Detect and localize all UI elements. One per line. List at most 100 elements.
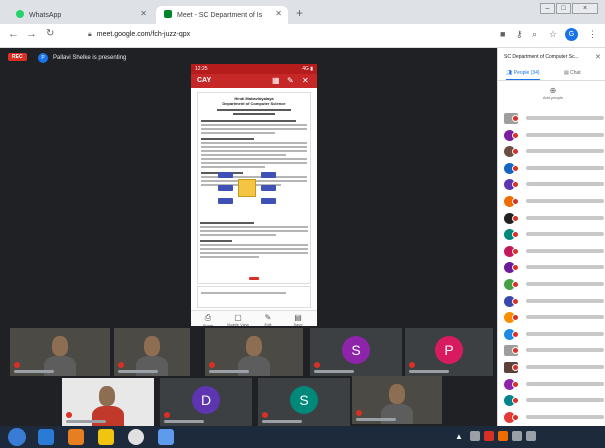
participant-name (526, 398, 604, 403)
mic-off-icon (512, 214, 519, 222)
participant-name (526, 298, 604, 303)
participant-row[interactable] (502, 342, 605, 359)
participant-name (526, 315, 604, 320)
presented-screen: 12:25 4G ▮ CAY ▦ ✎ ✕ Hindi Mahavidyalaya… (191, 64, 317, 332)
key-icon[interactable]: ⚷ (516, 29, 523, 40)
participant-row[interactable] (502, 110, 605, 127)
minimize-button[interactable]: – (540, 3, 555, 14)
screenshot-tool-icon[interactable] (158, 429, 174, 445)
media-player-icon[interactable] (68, 429, 84, 445)
close-tab-icon[interactable]: ✕ (275, 9, 282, 18)
search-icon[interactable]: ⌕ (532, 29, 537, 40)
add-person-icon: ⊕ (549, 86, 557, 95)
people-panel: SC Department of Computer Sc... ✕ 👥︎ Peo… (497, 48, 605, 426)
mic-off-icon (512, 247, 519, 255)
participant-tile[interactable] (352, 376, 442, 424)
close-panel-icon[interactable]: ✕ (595, 53, 601, 61)
mic-off-icon (262, 412, 268, 418)
participant-row[interactable] (502, 226, 605, 243)
document-lines (200, 220, 308, 258)
browser-tab-meet[interactable]: Meet - SC Department of Is ✕ (156, 6, 288, 24)
participant-tile[interactable]: P (405, 328, 493, 376)
mic-off-icon (512, 397, 519, 405)
mic-off-icon (14, 362, 20, 368)
participant-row[interactable] (502, 276, 605, 293)
reload-icon[interactable]: ↻ (46, 28, 54, 39)
forward-icon[interactable]: → (26, 28, 37, 40)
chat-icon: ▤ (564, 70, 569, 76)
address-bar[interactable]: 🔒︎ meet.google.com/fch-juzz-qpx (80, 28, 490, 44)
person-head (52, 336, 68, 356)
volume-icon[interactable] (512, 431, 522, 441)
file-explorer-icon[interactable] (98, 429, 114, 445)
close-window-button[interactable]: × (572, 3, 598, 14)
participant-name (526, 265, 604, 270)
participant-name (526, 414, 604, 419)
participant-name (526, 165, 604, 170)
person-body (44, 356, 76, 376)
participant-row[interactable] (502, 309, 605, 326)
participant-row[interactable] (502, 259, 605, 276)
participant-name (526, 215, 604, 220)
app-title: CAY (197, 77, 212, 84)
camera-icon[interactable]: ■ (500, 29, 505, 39)
participant-row[interactable] (502, 293, 605, 310)
star-icon[interactable]: ☆ (549, 29, 557, 40)
new-tab-button[interactable]: + (296, 6, 303, 20)
participant-row[interactable] (502, 392, 605, 409)
phone-app-bar: CAY (191, 74, 317, 88)
participant-row[interactable] (502, 160, 605, 177)
participant-tile[interactable]: S (310, 328, 402, 376)
maximize-button[interactable]: □ (556, 3, 571, 14)
mic-off-icon (512, 197, 519, 205)
document-diagram (216, 168, 278, 210)
ie-icon[interactable] (38, 429, 54, 445)
person-body (92, 406, 124, 426)
mic-off-icon (512, 330, 519, 338)
participant-row[interactable] (502, 127, 605, 144)
back-icon[interactable]: ← (8, 28, 19, 40)
start-button[interactable] (8, 428, 26, 446)
participant-tile[interactable] (10, 328, 110, 376)
grid-icon: ▦ (272, 76, 280, 85)
tray-app-icon[interactable] (484, 431, 494, 441)
taskbar: ▲ (0, 426, 605, 448)
participant-tile[interactable] (205, 328, 303, 376)
participant-tile[interactable] (62, 378, 154, 426)
close-tab-icon[interactable]: ✕ (140, 9, 147, 18)
notification-area[interactable]: ▲ (455, 432, 463, 441)
participant-row[interactable] (502, 176, 605, 193)
participant-tile[interactable]: D (160, 378, 252, 426)
page-icon: ▢ (234, 313, 242, 322)
participant-row[interactable] (502, 376, 605, 393)
person-body (381, 404, 413, 424)
person-head (246, 336, 262, 356)
participant-row[interactable] (502, 143, 605, 160)
person-head (99, 386, 115, 406)
add-people-button[interactable]: ⊕ Add people (538, 86, 568, 100)
phone-signal: 4G ▮ (302, 66, 313, 72)
person-head (389, 384, 405, 404)
participant-row[interactable] (502, 359, 605, 376)
participant-row[interactable] (502, 210, 605, 227)
browser-tab-whatsapp[interactable]: WhatsApp ✕ (8, 6, 153, 24)
participant-row[interactable] (502, 243, 605, 260)
battery-icon[interactable] (526, 431, 536, 441)
participant-row[interactable] (502, 326, 605, 343)
mic-off-icon (512, 413, 519, 421)
mic-off-icon (512, 380, 519, 388)
network-icon[interactable] (470, 431, 480, 441)
participant-row[interactable] (502, 409, 605, 426)
participant-name (164, 420, 204, 423)
menu-kebab-icon[interactable]: ⋮ (588, 29, 597, 40)
whatsapp-icon (16, 10, 24, 18)
chrome-icon[interactable] (128, 429, 144, 445)
participant-tile[interactable] (114, 328, 190, 376)
tab-chat[interactable]: ▤ Chat (564, 70, 581, 76)
participant-tile[interactable]: S (258, 378, 350, 426)
profile-avatar[interactable]: G (565, 28, 578, 41)
participant-row[interactable] (502, 193, 605, 210)
participant-name (209, 370, 249, 373)
tray-app-icon[interactable] (498, 431, 508, 441)
person-head (144, 336, 160, 356)
